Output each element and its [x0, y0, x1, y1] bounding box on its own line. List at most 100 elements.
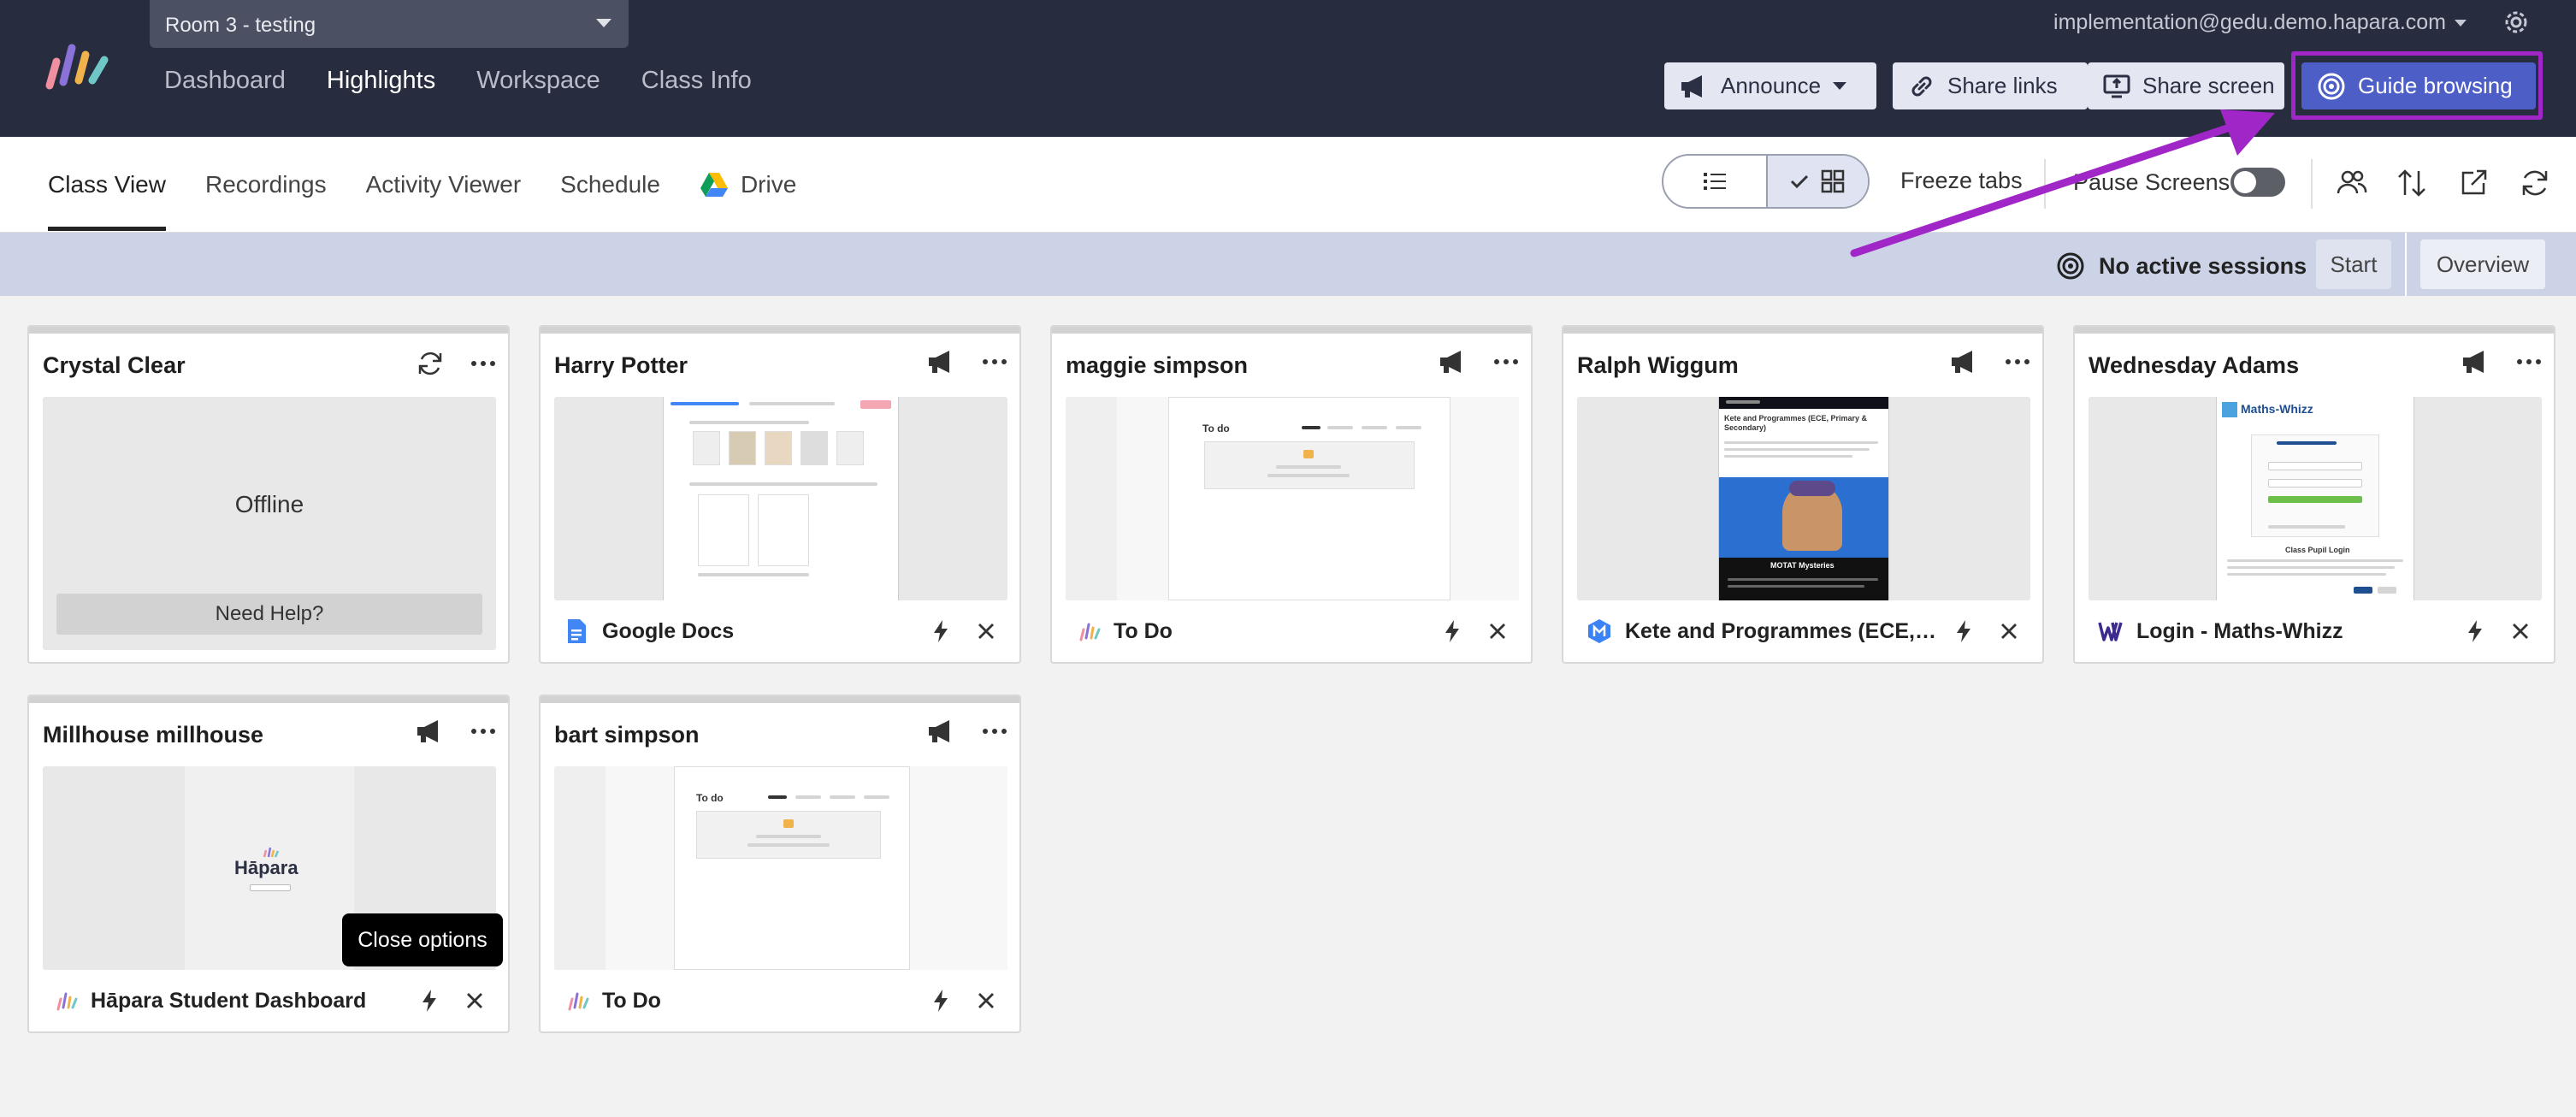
student-card-millhouse-millhouse[interactable]: Millhouse millhouse Hāpara Hāpara Studen…: [27, 694, 510, 1033]
active-tab-title[interactable]: Google Docs: [602, 619, 919, 644]
hapara-logo-icon[interactable]: [38, 41, 115, 92]
student-card-maggie-simpson[interactable]: maggie simpson To do To Do: [1050, 325, 1533, 664]
tab-actions: [421, 989, 484, 1013]
card-status-strip: [1052, 327, 1531, 334]
users-icon[interactable]: [2335, 166, 2369, 200]
student-name: bart simpson: [554, 722, 700, 748]
thumb-heading: Kete and Programmes (ECE, Primary & Seco…: [1724, 414, 1868, 432]
lightning-icon[interactable]: [421, 989, 438, 1013]
external-link-icon[interactable]: [2456, 166, 2490, 200]
student-card-ralph-wiggum[interactable]: Ralph Wiggum Kete and Programmes (ECE, P…: [1562, 325, 2044, 664]
student-card-crystal-clear[interactable]: Crystal Clear Offline Need Help?: [27, 325, 510, 664]
megaphone-icon[interactable]: [1439, 349, 1468, 375]
close-icon[interactable]: [2511, 622, 2530, 641]
more-options-icon[interactable]: [982, 358, 1007, 365]
active-tab-title[interactable]: Login - Maths-Whizz: [2136, 619, 2453, 644]
nav-class-info[interactable]: Class Info: [641, 67, 752, 95]
card-actions: [2461, 349, 2542, 375]
thumb-logo: Hāpara: [234, 857, 298, 878]
gear-icon[interactable]: [2501, 7, 2532, 38]
share-screen-label: Share screen: [2142, 73, 2275, 98]
active-tab: Hāpara Student Dashboard: [43, 982, 496, 1019]
card-actions: [416, 718, 496, 744]
share-links-label: Share links: [1947, 73, 2058, 98]
more-options-icon[interactable]: [470, 360, 496, 367]
google-drive-icon: [700, 173, 728, 197]
tab-class-view[interactable]: Class View: [48, 171, 166, 231]
link-icon: [1911, 76, 1932, 96]
close-icon[interactable]: [465, 991, 484, 1010]
student-card-wednesday-adams[interactable]: Wednesday Adams Maths-Whizz Class Pupil …: [2073, 325, 2555, 664]
hapara-icon: [568, 992, 589, 1011]
list-icon: [1703, 173, 1726, 190]
student-card-bart-simpson[interactable]: bart simpson To do To Do: [539, 694, 1021, 1033]
megaphone-icon: [1681, 74, 1702, 98]
active-tab-title[interactable]: To Do: [1114, 619, 1430, 644]
megaphone-icon[interactable]: [927, 349, 956, 375]
megaphone-icon[interactable]: [927, 718, 956, 744]
lightning-icon[interactable]: [1444, 619, 1461, 643]
thumb-logo: Maths-Whizz: [2241, 402, 2313, 416]
thumb-title: To do: [696, 792, 724, 804]
screen-thumbnail[interactable]: Kete and Programmes (ECE, Primary & Seco…: [1577, 397, 2030, 600]
more-options-icon[interactable]: [982, 728, 1007, 735]
more-options-icon[interactable]: [2516, 358, 2542, 365]
lightning-icon[interactable]: [932, 989, 949, 1013]
lightning-icon[interactable]: [932, 619, 949, 643]
screen-thumbnail[interactable]: To do: [554, 766, 1007, 970]
close-icon[interactable]: [977, 991, 996, 1010]
screenshot-maths-whizz: Maths-Whizz Class Pupil Login: [2217, 397, 2414, 600]
close-icon[interactable]: [2000, 622, 2018, 641]
sort-icon[interactable]: [2395, 166, 2429, 200]
account-email: implementation@gedu.demo.hapara.com: [2053, 10, 2446, 34]
refresh-icon[interactable]: [2518, 166, 2552, 200]
start-session-button[interactable]: Start: [2316, 239, 2391, 289]
active-tab-title[interactable]: Kete and Programmes (ECE, Primary & Seco…: [1625, 619, 1941, 644]
more-options-icon[interactable]: [470, 728, 496, 735]
account-menu[interactable]: implementation@gedu.demo.hapara.com: [2053, 10, 2467, 35]
tab-schedule[interactable]: Schedule: [560, 171, 660, 198]
screen-thumbnail[interactable]: Maths-Whizz Class Pupil Login: [2089, 397, 2542, 600]
screenshot-to-do: To do: [1066, 397, 1519, 600]
tab-label: Class View: [48, 171, 166, 198]
student-card-harry-potter[interactable]: Harry Potter Google Docs: [539, 325, 1021, 664]
student-name: Wednesday Adams: [2089, 352, 2300, 378]
megaphone-icon[interactable]: [416, 718, 445, 744]
lightning-icon[interactable]: [2467, 619, 2484, 643]
more-options-icon[interactable]: [1493, 358, 1519, 365]
offline-status: Offline: [234, 491, 304, 517]
refresh-icon[interactable]: [416, 349, 445, 378]
nav-highlights[interactable]: Highlights: [327, 67, 435, 95]
annotation-highlight-box: [2291, 51, 2543, 120]
screen-thumbnail[interactable]: [554, 397, 1007, 600]
close-icon[interactable]: [977, 622, 996, 641]
active-tab: Login - Maths-Whizz: [2089, 612, 2542, 650]
tab-label: Activity Viewer: [365, 171, 522, 198]
close-icon[interactable]: [1488, 622, 1507, 641]
need-help-button[interactable]: Need Help?: [56, 594, 482, 635]
nav-dashboard[interactable]: Dashboard: [164, 67, 286, 95]
screen-thumbnail[interactable]: To do: [1066, 397, 1519, 600]
card-status-strip: [29, 696, 508, 703]
active-tab-title[interactable]: Hāpara Student Dashboard: [91, 989, 407, 1014]
overview-button[interactable]: Overview: [2420, 239, 2545, 289]
more-options-icon[interactable]: [2005, 358, 2030, 365]
class-selector[interactable]: Room 3 - testing: [150, 0, 629, 48]
megaphone-icon[interactable]: [1950, 349, 1979, 375]
student-name: Ralph Wiggum: [1577, 352, 1739, 378]
screenshot-hapara-dashboard: Hāpara: [185, 766, 354, 970]
screenshot-google-docs: [664, 397, 898, 600]
card-status-strip: [1563, 327, 2042, 334]
list-view-button[interactable]: [1663, 156, 1766, 207]
tab-recordings[interactable]: Recordings: [205, 171, 327, 198]
tab-activity-viewer[interactable]: Activity Viewer: [366, 171, 522, 198]
tab-drive[interactable]: Drive: [700, 171, 796, 198]
tab-label: Schedule: [560, 171, 660, 198]
thumb-caption: MOTAT Mysteries: [1770, 561, 1835, 570]
check-icon: [1791, 174, 1809, 189]
lightning-icon[interactable]: [1955, 619, 1972, 643]
megaphone-icon[interactable]: [2461, 349, 2490, 375]
nav-workspace[interactable]: Workspace: [476, 67, 600, 95]
active-tab-title[interactable]: To Do: [602, 989, 919, 1014]
card-actions: [927, 349, 1007, 375]
